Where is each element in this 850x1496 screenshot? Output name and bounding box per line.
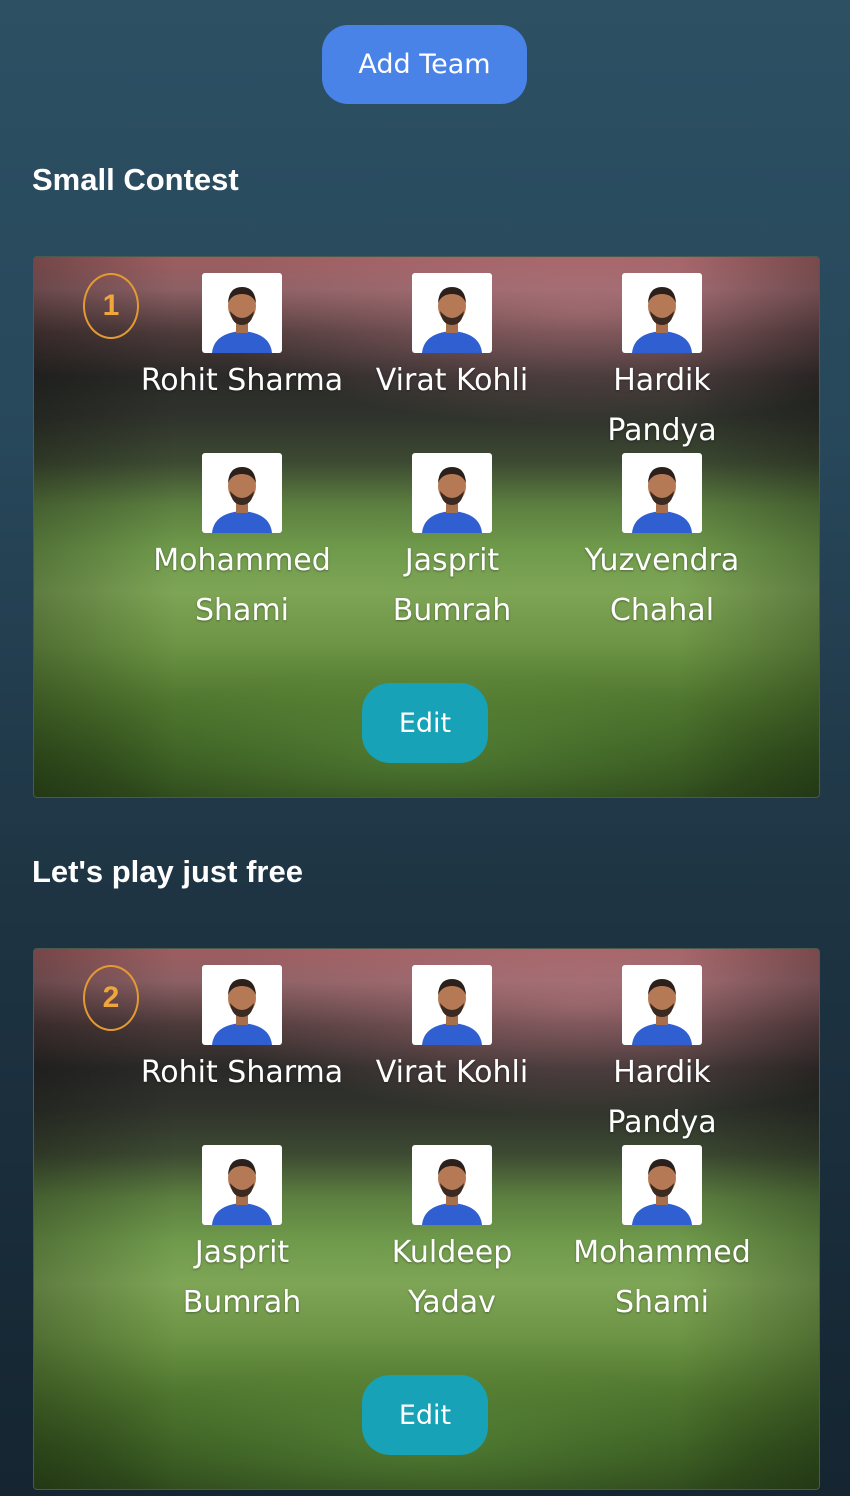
player-name: Mohammed Shami [153, 543, 331, 628]
player-name: Yuzvendra Chahal [584, 543, 740, 628]
player-card: Jasprit Bumrah [342, 453, 562, 636]
player-card: Hardik Pandya [552, 965, 772, 1148]
player-name: Jasprit Bumrah [182, 1235, 302, 1320]
team-number-badge: 2 [83, 965, 139, 1031]
player-photo-icon [202, 273, 282, 353]
player-card: Hardik Pandya [552, 273, 772, 456]
team-number-badge: 1 [83, 273, 139, 339]
player-card: Kuldeep Yadav [342, 1145, 562, 1328]
player-photo-icon [412, 1145, 492, 1225]
player-name: Virat Kohli [375, 1055, 529, 1090]
player-name: Hardik Pandya [607, 363, 717, 448]
player-card: Jasprit Bumrah [132, 1145, 352, 1328]
player-name: Rohit Sharma [140, 363, 344, 398]
player-photo-icon [622, 1145, 702, 1225]
player-name: Mohammed Shami [573, 1235, 751, 1320]
player-name: Kuldeep Yadav [391, 1235, 513, 1320]
player-name: Rohit Sharma [140, 1055, 344, 1090]
player-photo-icon [202, 453, 282, 533]
player-photo-icon [622, 965, 702, 1045]
team-card: 1 Rohit Sharma Virat Kohli Hardik Pandya… [33, 256, 820, 798]
player-card: Virat Kohli [342, 965, 562, 1098]
player-photo-icon [412, 453, 492, 533]
contest-title: Small Contest [32, 162, 239, 197]
player-card: Rohit Sharma [132, 273, 352, 406]
player-photo-icon [202, 965, 282, 1045]
player-name: Jasprit Bumrah [392, 543, 512, 628]
player-card: Yuzvendra Chahal [552, 453, 772, 636]
player-photo-icon [622, 273, 702, 353]
player-card: Rohit Sharma [132, 965, 352, 1098]
player-photo-icon [202, 1145, 282, 1225]
player-name: Virat Kohli [375, 363, 529, 398]
edit-team-button[interactable]: Edit [362, 683, 488, 763]
player-name: Hardik Pandya [607, 1055, 717, 1140]
player-photo-icon [412, 965, 492, 1045]
player-photo-icon [622, 453, 702, 533]
player-card: Mohammed Shami [552, 1145, 772, 1328]
team-card: 2 Rohit Sharma Virat Kohli Hardik Pandya… [33, 948, 820, 1490]
player-card: Virat Kohli [342, 273, 562, 406]
player-card: Mohammed Shami [132, 453, 352, 636]
add-team-button[interactable]: Add Team [322, 25, 527, 104]
contest-title: Let's play just free [32, 854, 303, 889]
edit-team-button[interactable]: Edit [362, 1375, 488, 1455]
player-photo-icon [412, 273, 492, 353]
